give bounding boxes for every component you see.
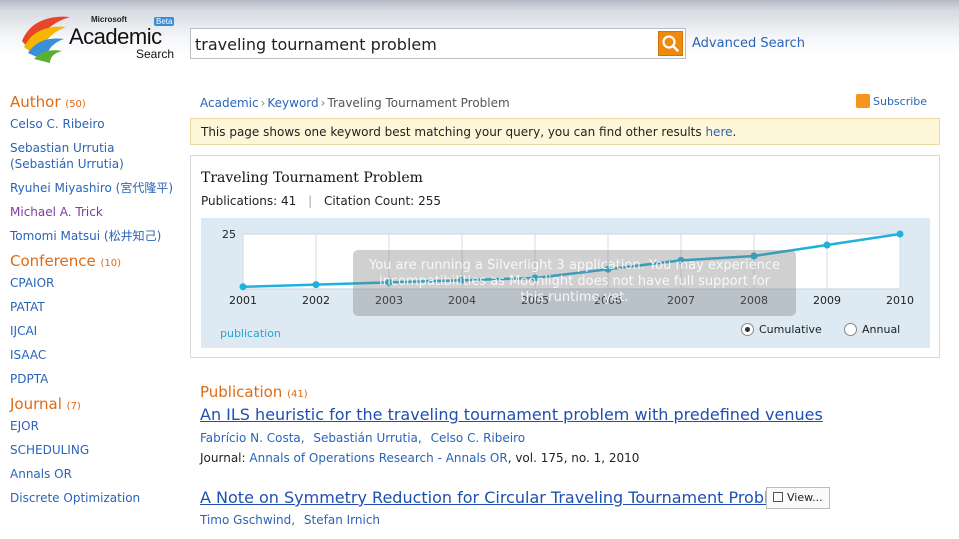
header: Microsoft Beta Academic Search Advanced … — [0, 0, 959, 80]
view-label: View... — [787, 491, 823, 504]
author-facet-count: (50) — [65, 99, 86, 110]
journal-facet: Journal (7) EJOR SCHEDULING Annals OR Di… — [10, 395, 182, 506]
view-icon — [773, 492, 783, 502]
publication-section-title: Publication — [200, 383, 283, 401]
journal-link[interactable]: Annals OR — [10, 466, 182, 482]
academic-search-logo[interactable]: Microsoft Beta Academic Search — [20, 11, 180, 63]
breadcrumb: Academic › Keyword › Traveling Tournament Pr… — [200, 96, 510, 110]
publication-details: , vol. 175, no. 1, 2010 — [507, 451, 640, 465]
data-point — [239, 283, 247, 291]
author-facet-header[interactable]: Author (50) — [10, 93, 182, 116]
sidebar: Author (50) Celso C. Ribeiro Sebastian U… — [10, 93, 182, 514]
citations-count: 255 — [418, 194, 441, 208]
annual-option[interactable]: Annual — [844, 323, 900, 336]
publication-section-count: (41) — [287, 389, 308, 400]
breadcrumb-academic[interactable]: Academic — [200, 96, 259, 110]
publication-title-link[interactable]: A Note on Symmetry Reduction for Circula… — [200, 488, 802, 507]
series-label: publication — [220, 327, 281, 340]
annual-label: Annual — [862, 323, 901, 336]
author-link[interactable]: Sebastian Urrutia (Sebastián Urrutia) — [10, 140, 182, 172]
logo-search-text: Search — [136, 47, 175, 61]
subscribe-link[interactable]: Subscribe — [856, 94, 927, 108]
conference-link[interactable]: ISAAC — [10, 347, 182, 363]
author-separator: , — [291, 513, 296, 527]
journal-facet-header[interactable]: Journal (7) — [10, 395, 182, 418]
conference-link[interactable]: CPAIOR — [10, 275, 182, 291]
journal-facet-count: (7) — [66, 401, 81, 412]
notice-text: This page shows one keyword best matchin… — [201, 125, 706, 139]
cumulative-radio[interactable] — [741, 323, 754, 336]
logo-mark-icon — [22, 16, 70, 63]
view-button[interactable]: View... — [766, 487, 830, 509]
data-point — [823, 241, 831, 249]
search-icon — [662, 35, 679, 52]
publication-chart[interactable]: 2001 2002 2003 2004 2005 2006 2007 2008 2009 2010… — [201, 218, 930, 348]
publications-count: 41 — [280, 194, 297, 208]
search-input[interactable] — [195, 32, 650, 56]
author-separator: , — [417, 431, 422, 445]
keyword-stats: Publications: 41 | Citation Count: 255 — [201, 194, 441, 208]
y-tick-label: 25 — [222, 228, 236, 241]
conference-facet: Conference (10) CPAIOR PATAT IJCAI ISAAC… — [10, 252, 182, 387]
notice-here-link[interactable]: here — [705, 125, 732, 139]
publication-venue: Journal: Annals of Operations Research -… — [200, 451, 639, 465]
conference-facet-count: (10) — [100, 258, 122, 269]
x-tick-label: 2001 — [229, 294, 257, 307]
author-separator: , — [300, 431, 305, 445]
publications-label: Publications: — [201, 194, 278, 208]
search-button[interactable] — [658, 31, 683, 56]
x-tick-label: 2002 — [302, 294, 330, 307]
search-box — [190, 28, 686, 59]
annual-radio[interactable] — [844, 323, 857, 336]
keyword-title: Traveling Tournament Problem — [201, 170, 423, 186]
advanced-search-link[interactable]: Advanced Search — [692, 36, 805, 51]
breadcrumb-separator: › — [260, 96, 266, 110]
breadcrumb-separator: › — [320, 96, 326, 110]
journal-label: Journal: — [200, 451, 246, 465]
breadcrumb-keyword[interactable]: Keyword — [267, 96, 318, 110]
publication-authors: Timo Gschwind, Stefan Irnich — [200, 513, 380, 527]
stats-divider: | — [308, 194, 313, 208]
author-link[interactable]: Sebastián Urrutia — [313, 431, 417, 445]
author-link[interactable]: Ryuhei Miyashiro (宮代隆平) — [10, 180, 182, 196]
data-point — [896, 230, 904, 238]
rss-icon — [856, 94, 870, 108]
author-facet: Author (50) Celso C. Ribeiro Sebastian U… — [10, 93, 182, 244]
conference-facet-header[interactable]: Conference (10) — [10, 252, 182, 275]
author-link[interactable]: Celso C. Ribeiro — [431, 431, 526, 445]
subscribe-label: Subscribe — [873, 95, 928, 108]
conference-link[interactable]: IJCAI — [10, 323, 182, 339]
author-link[interactable]: Tomomi Matsui (松井知己) — [10, 228, 182, 244]
breadcrumb-current: Traveling Tournament Problem — [327, 96, 510, 110]
journal-facet-title[interactable]: Journal — [10, 395, 62, 413]
silverlight-warning-overlay: You are running a Silverlight 3 applicat… — [353, 250, 796, 316]
publication-section-header: Publication (41) — [200, 383, 308, 401]
journal-link[interactable]: SCHEDULING — [10, 442, 182, 458]
conference-link[interactable]: PATAT — [10, 299, 182, 315]
publication-title-link[interactable]: An ILS heuristic for the traveling tourn… — [200, 405, 823, 424]
author-link[interactable]: Fabrício N. Costa — [200, 431, 301, 445]
logo-microsoft-text: Microsoft — [91, 15, 127, 24]
keyword-card: Traveling Tournament Problem Publication… — [190, 155, 940, 358]
conference-link[interactable]: PDPTA — [10, 371, 182, 387]
conference-facet-title[interactable]: Conference — [10, 252, 96, 270]
author-facet-title[interactable]: Author — [10, 93, 61, 111]
x-tick-label: 2009 — [813, 294, 841, 307]
author-link[interactable]: Celso C. Ribeiro — [10, 116, 182, 132]
author-link[interactable]: Michael A. Trick — [10, 204, 182, 220]
x-tick-label: 2010 — [886, 294, 914, 307]
journal-link[interactable]: EJOR — [10, 418, 182, 434]
notice-end: . — [732, 125, 737, 139]
cumulative-option[interactable]: Cumulative — [741, 323, 822, 336]
author-link[interactable]: Stefan Irnich — [304, 513, 380, 527]
citations-label: Citation Count: — [323, 194, 415, 208]
journal-link[interactable]: Discrete Optimization — [10, 490, 182, 506]
author-link[interactable]: Timo Gschwind — [200, 513, 291, 527]
data-point — [312, 281, 320, 289]
notice-banner: This page shows one keyword best matchin… — [190, 118, 940, 145]
cumulative-label: Cumulative — [759, 323, 822, 336]
publication-authors: Fabrício N. Costa, Sebastián Urrutia, Ce… — [200, 431, 525, 445]
journal-link[interactable]: Annals of Operations Research - Annals O… — [249, 451, 507, 465]
